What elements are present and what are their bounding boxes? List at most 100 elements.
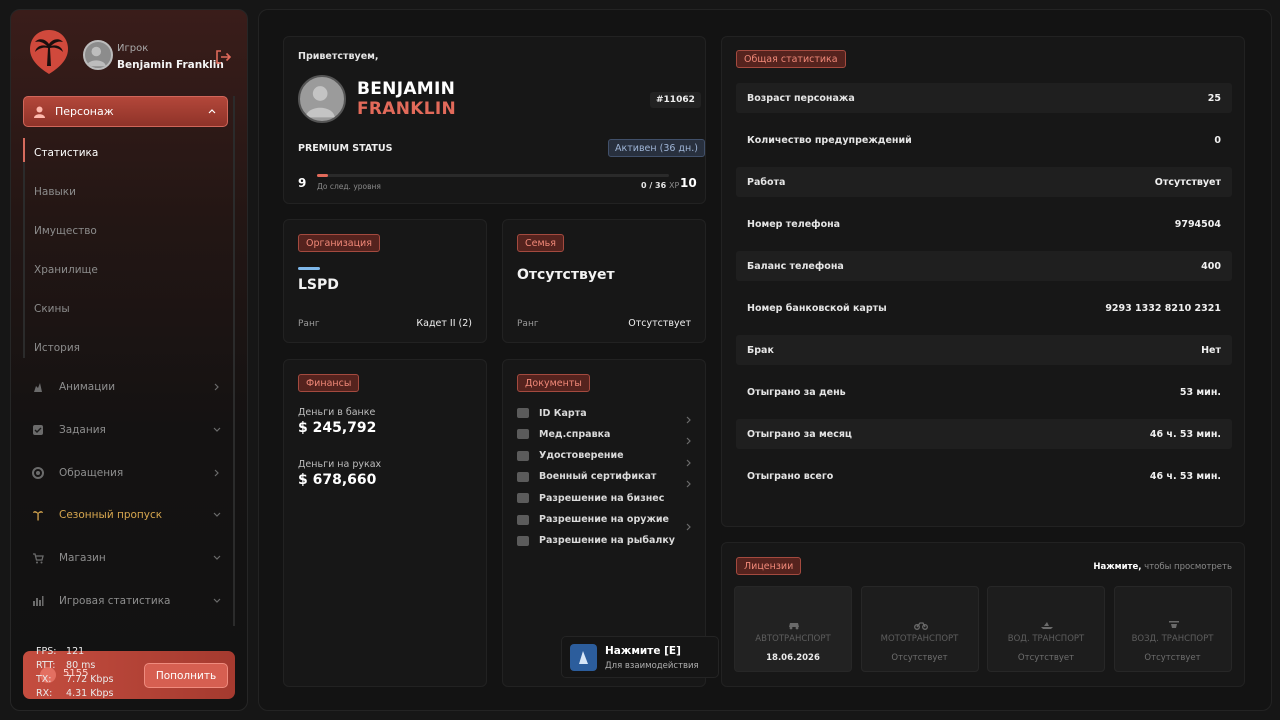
topup-button[interactable]: Пополнить — [144, 663, 228, 688]
chevron-down-icon — [213, 598, 221, 603]
interaction-subtitle: Для взаимодействия — [605, 661, 699, 671]
nav-item-label: Обращения — [59, 467, 124, 479]
submenu-skills[interactable]: Навыки — [34, 186, 76, 198]
stat-row: Отыграно за день 53 мин. — [736, 377, 1232, 407]
document-label: ID Карта — [539, 407, 587, 419]
nav-item-support[interactable]: Обращения — [31, 463, 221, 483]
premium-label: PREMIUM STATUS — [298, 143, 393, 154]
chevron-right-icon — [214, 469, 219, 477]
support-icon — [31, 466, 45, 480]
rank-value: Отсутствует — [628, 318, 691, 329]
sidebar-scrollbar[interactable] — [233, 96, 235, 626]
helicopter-icon — [1167, 615, 1181, 628]
document-item[interactable]: ID Карта — [517, 405, 693, 424]
licenses-hint: Нажмите, чтобы просмотреть — [1093, 562, 1232, 572]
submenu-property[interactable]: Имущество — [34, 225, 97, 237]
stat-value: Нет — [1201, 344, 1221, 356]
document-item[interactable]: Мед.справка — [517, 426, 693, 445]
license-water-card[interactable]: ВОД. ТРАНСПОРТ Отсутствует — [987, 586, 1105, 672]
stat-value: 53 мин. — [1179, 386, 1221, 398]
chevron-right-icon — [685, 452, 693, 471]
organization-accent — [298, 267, 320, 270]
nav-item-label: Персонаж — [55, 105, 114, 118]
last-name: FRANKLIN — [357, 99, 457, 119]
document-icon — [517, 493, 529, 504]
chevron-down-icon — [213, 512, 221, 517]
organization-name: LSPD — [298, 277, 339, 293]
document-item[interactable]: Удостоверение — [517, 448, 693, 467]
level-progress-fill — [317, 174, 328, 177]
stat-label: Отыграно всего — [747, 470, 834, 482]
document-label: Разрешение на бизнес — [539, 492, 665, 504]
license-auto-card[interactable]: АВТОТРАНСПОРТ 18.06.2026 — [734, 586, 852, 672]
finance-tag: Финансы — [298, 374, 360, 392]
stat-row: Работа Отсутствует — [736, 167, 1232, 197]
nav-item-label: Игровая статистика — [59, 595, 171, 607]
nav-item-game-stats[interactable]: Игровая статистика — [31, 591, 221, 611]
license-value: Отсутствует — [1017, 653, 1075, 663]
perf-tx: TX: 7.72 Kbps — [36, 674, 114, 685]
family-name: Отсутствует — [517, 267, 615, 283]
document-icon — [517, 535, 529, 546]
general-stats-card: Общая статистика Возраст персонажа 25 Коли… — [721, 36, 1245, 527]
stat-value: Отсутствует — [1154, 176, 1221, 188]
license-name: ВОД. ТРАНСПОРТ — [1007, 634, 1085, 644]
license-air-card[interactable]: ВОЗД. ТРАНСПОРТ Отсутствует — [1113, 586, 1232, 672]
document-item[interactable]: Военный сертификат — [517, 469, 693, 488]
stat-label: Работа — [747, 176, 786, 188]
document-icon — [517, 514, 529, 525]
tasks-icon — [31, 423, 45, 437]
palm-logo-icon — [30, 30, 68, 74]
interaction-title: Нажмите [E] — [605, 645, 681, 657]
document-item[interactable]: Разрешение на оружие — [517, 512, 693, 530]
document-label: Военный сертификат — [539, 471, 657, 483]
organization-tag: Организация — [298, 234, 380, 252]
nav-item-tasks[interactable]: Задания — [31, 420, 221, 440]
chevron-up-icon — [208, 109, 216, 114]
document-item[interactable]: Разрешение на бизнес — [517, 490, 693, 506]
chevron-right-icon — [685, 430, 693, 449]
nav-item-label: Сезонный пропуск — [59, 509, 163, 521]
submenu-storage[interactable]: Хранилище — [34, 264, 98, 276]
stat-value: 400 — [1201, 260, 1221, 272]
nav-item-season-pass[interactable]: Сезонный пропуск — [31, 505, 221, 525]
main-panel: Приветствуем, BENJAMIN FRANKLIN #11062 P… — [258, 9, 1272, 711]
rank-label: Ранг — [517, 319, 539, 329]
stat-label: Номер банковской карты — [747, 302, 887, 314]
nav-item-label: Задания — [59, 424, 106, 436]
palm-icon — [31, 508, 45, 522]
finance-card: Финансы Деньги в банке $ 245,792 Деньги … — [283, 359, 487, 687]
perf-rtt: RTT: 80 ms — [36, 660, 96, 671]
chevron-right-icon — [685, 516, 693, 535]
stat-row: Возраст персонажа 25 — [736, 83, 1232, 113]
license-moto-card[interactable]: МОТОТРАНСПОРТ Отсутствует — [860, 586, 979, 672]
submenu-history[interactable]: История — [34, 342, 80, 354]
document-item[interactable]: Разрешение на рыбалку — [517, 533, 693, 549]
rank-label: Ранг — [298, 319, 320, 329]
document-label: Разрешение на рыбалку — [539, 535, 675, 547]
avatar — [83, 40, 113, 70]
stat-label: Баланс телефона — [747, 260, 844, 272]
level-progress-bar — [317, 174, 669, 177]
stat-value: 9293 1332 8210 2321 — [1105, 302, 1221, 314]
stat-value: 25 — [1207, 92, 1221, 104]
submenu-line — [23, 138, 25, 358]
submenu-stats[interactable]: Статистика — [34, 147, 98, 159]
stat-row: Номер банковской карты 9293 1332 8210 232… — [736, 293, 1232, 323]
stat-label: Количество предупреждений — [747, 134, 912, 146]
documents-tag: Документы — [517, 374, 590, 392]
nav-item-character[interactable]: Персонаж — [23, 96, 228, 127]
stat-label: Брак — [747, 344, 774, 356]
submenu-skins[interactable]: Скины — [34, 303, 70, 315]
nav-item-animations[interactable]: Анимации — [31, 377, 221, 397]
logout-icon[interactable] — [214, 48, 232, 66]
bank-value: $ 245,792 — [298, 420, 377, 436]
level-current: 9 — [298, 176, 307, 190]
first-name: BENJAMIN — [357, 79, 456, 99]
nav-item-shop[interactable]: Магазин — [31, 548, 221, 568]
licenses-tag: Лицензии — [736, 557, 802, 575]
cash-label: Деньги на руках — [298, 459, 382, 470]
stat-value: 46 ч. 53 мин. — [1149, 428, 1221, 440]
document-icon — [517, 450, 529, 461]
stat-row: Отыграно за месяц 46 ч. 53 мин. — [736, 419, 1232, 449]
